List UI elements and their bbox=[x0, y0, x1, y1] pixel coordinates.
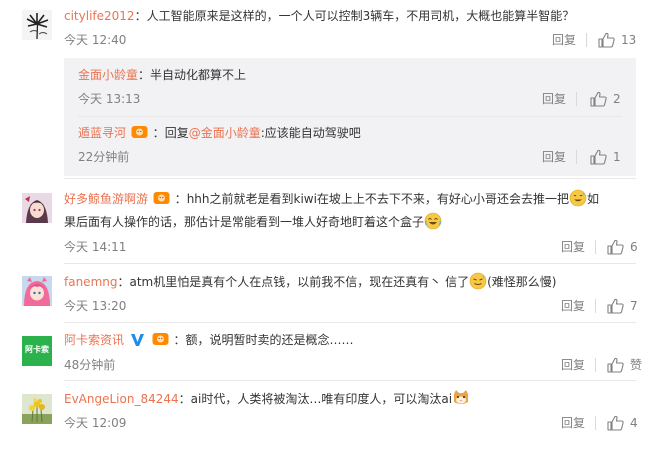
like-count: 6 bbox=[630, 240, 638, 254]
like-button[interactable]: 2 bbox=[590, 91, 621, 107]
comment-text: hhh之前就老是看到kiwi在坡上上不去下不来，有好心小哥还会去推一把 bbox=[186, 192, 569, 206]
anime-girl-avatar-icon bbox=[22, 193, 52, 223]
action-divider bbox=[595, 240, 596, 254]
reply-button[interactable]: 回复 bbox=[542, 91, 566, 107]
comment-body: EvAngeLion_84244：ai时代，人类将被淘汰…唯有印度人，可以淘汰a… bbox=[64, 389, 470, 408]
reply-prefix: 回复 bbox=[164, 126, 189, 140]
comment-text: ai时代，人类将被淘汰…唯有印度人，可以淘汰ai bbox=[190, 392, 453, 406]
sub-comment-item: 金面小龄童：半自动化都算不上 今天 13:13 回复 2 bbox=[64, 58, 636, 116]
comment-item: citylife2012：人工智能原来是这样的，一个人可以控制3辆车，不用司机，… bbox=[0, 0, 657, 182]
sub-comment-text: 半自动化都算不上 bbox=[150, 68, 247, 82]
comment-text: 额，说明暂时卖的还是概念…… bbox=[185, 333, 354, 347]
like-count: 4 bbox=[630, 416, 638, 430]
sub-comment-time: 22分钟前 bbox=[78, 150, 130, 164]
member-badge-icon bbox=[131, 126, 148, 138]
laugh-cry-emoji-icon bbox=[424, 212, 442, 230]
black-white-palm-avatar-icon bbox=[22, 10, 52, 40]
sub-comment-text: :应该能自动驾驶吧 bbox=[260, 126, 361, 140]
comment-time: 今天 14:11 bbox=[64, 240, 127, 254]
like-button[interactable]: 6 bbox=[607, 239, 638, 255]
comment-item: fanemng：atm机里怕是真有个人在点钱，以前我不信，现在还真有丶 信了 (难… bbox=[0, 264, 657, 324]
thumbs-up-icon bbox=[607, 239, 624, 255]
comment-text: 人工智能原来是这样的，一个人可以控制3辆车，不用司机，大概也能算半智能？ bbox=[146, 9, 575, 23]
action-divider bbox=[595, 358, 596, 372]
mention-link[interactable]: @金面小龄童 bbox=[189, 126, 261, 140]
avatar[interactable] bbox=[22, 193, 52, 223]
sweat-smile-emoji-icon bbox=[569, 189, 587, 207]
comment-body: 好多鲸鱼游啊游 ：hhh之前就老是看到kiwi在坡上上不去下不来，有好心小哥还会… bbox=[64, 189, 599, 208]
action-divider bbox=[586, 33, 587, 47]
like-count: 7 bbox=[630, 299, 638, 313]
avatar[interactable] bbox=[22, 276, 52, 306]
thumbs-up-icon bbox=[598, 32, 615, 48]
reply-button[interactable]: 回复 bbox=[552, 32, 576, 48]
comment-username[interactable]: citylife2012 bbox=[64, 9, 135, 23]
thumbs-up-icon bbox=[590, 149, 607, 165]
comment-text-cont: (难怪那么慢) bbox=[487, 275, 557, 289]
reply-button[interactable]: 回复 bbox=[542, 149, 566, 165]
sub-comment-body: 遁蓝寻河 ：回复@金面小龄童:应该能自动驾驶吧 bbox=[78, 126, 361, 140]
comment-username[interactable]: 好多鲸鱼游啊游 bbox=[64, 192, 148, 206]
thumbs-up-icon bbox=[607, 298, 624, 314]
like-count: 1 bbox=[613, 150, 621, 164]
action-divider bbox=[595, 299, 596, 313]
comment-username[interactable]: 阿卡索资讯 bbox=[64, 333, 124, 347]
thumbs-up-icon bbox=[607, 357, 624, 373]
like-button[interactable]: 4 bbox=[607, 415, 638, 431]
avatar-logo-text: 阿卡索 bbox=[25, 345, 49, 354]
comment-time: 今天 12:09 bbox=[64, 416, 127, 430]
thumbs-up-icon bbox=[590, 91, 607, 107]
sub-comment-username[interactable]: 金面小龄童 bbox=[78, 68, 138, 82]
comment-body: fanemng：atm机里怕是真有个人在点钱，以前我不信，现在还真有丶 信了 (难… bbox=[64, 272, 556, 291]
like-button[interactable]: 1 bbox=[590, 149, 621, 165]
comment-body: 阿卡索资讯 ：额，说明暂时卖的还是概念…… bbox=[64, 333, 354, 347]
comment-item: 阿卡索 阿卡索资讯 ：额，说明暂时卖的还是概念…… 48分钟前 回复 赞 bbox=[0, 323, 657, 381]
cat-emoji-icon bbox=[454, 390, 469, 404]
like-count: 2 bbox=[613, 92, 621, 106]
action-divider bbox=[576, 150, 577, 164]
yellow-flowers-avatar-icon bbox=[22, 394, 52, 424]
sub-comment-item: 遁蓝寻河 ：回复@金面小龄童:应该能自动驾驶吧 22分钟前 回复 1 bbox=[64, 117, 636, 175]
comment-item: 好多鲸鱼游啊游 ：hhh之前就老是看到kiwi在坡上上不去下不来，有好心小哥还会… bbox=[0, 179, 657, 261]
comment-item: EvAngeLion_84244：ai时代，人类将被淘汰…唯有印度人，可以淘汰a… bbox=[0, 381, 657, 449]
member-badge-icon bbox=[153, 192, 170, 204]
like-count: 13 bbox=[621, 33, 637, 47]
like-button[interactable]: 7 bbox=[607, 298, 638, 314]
comment-body: citylife2012：人工智能原来是这样的，一个人可以控制3辆车，不用司机，… bbox=[64, 9, 575, 23]
sub-comment-username[interactable]: 遁蓝寻河 bbox=[78, 126, 126, 140]
avatar[interactable]: 阿卡索 bbox=[22, 336, 52, 366]
sub-comment-time: 今天 13:13 bbox=[78, 92, 141, 106]
reply-button[interactable]: 回复 bbox=[561, 298, 585, 314]
comment-text-cont: 如 bbox=[586, 192, 599, 206]
comment-username[interactable]: EvAngeLion_84244 bbox=[64, 392, 179, 406]
awkward-smile-emoji-icon bbox=[469, 272, 487, 290]
avatar[interactable] bbox=[22, 394, 52, 424]
comment-time: 今天 13:20 bbox=[64, 299, 127, 313]
reply-button[interactable]: 回复 bbox=[561, 415, 585, 431]
comment-time: 48分钟前 bbox=[64, 358, 116, 372]
reply-box: 金面小龄童：半自动化都算不上 今天 13:13 回复 2 遁蓝寻河 ：回复@金面… bbox=[64, 58, 636, 176]
like-count: 赞 bbox=[630, 358, 643, 372]
member-badge-icon bbox=[152, 333, 169, 345]
reply-button[interactable]: 回复 bbox=[561, 357, 585, 373]
action-divider bbox=[576, 92, 577, 106]
pink-hair-avatar-icon bbox=[22, 276, 52, 306]
reply-button[interactable]: 回复 bbox=[561, 239, 585, 255]
action-divider bbox=[595, 416, 596, 430]
like-button[interactable]: 13 bbox=[598, 32, 636, 48]
comment-body-line2: 果后面有人操作的话，那估计是常能看到一堆人好奇地盯着这个盒子 bbox=[64, 212, 442, 231]
sub-comment-body: 金面小龄童：半自动化都算不上 bbox=[78, 68, 247, 82]
comment-username[interactable]: fanemng bbox=[64, 275, 117, 289]
avatar[interactable] bbox=[22, 10, 52, 40]
thumbs-up-icon bbox=[607, 415, 624, 431]
comment-text-line2: 果后面有人操作的话，那估计是常能看到一堆人好奇地盯着这个盒子 bbox=[64, 215, 425, 229]
comment-time: 今天 12:40 bbox=[64, 33, 127, 47]
comment-text: atm机里怕是真有个人在点钱，以前我不信，现在还真有丶 信了 bbox=[129, 275, 470, 289]
like-button[interactable]: 赞 bbox=[607, 357, 642, 373]
verified-v-icon bbox=[130, 334, 144, 346]
